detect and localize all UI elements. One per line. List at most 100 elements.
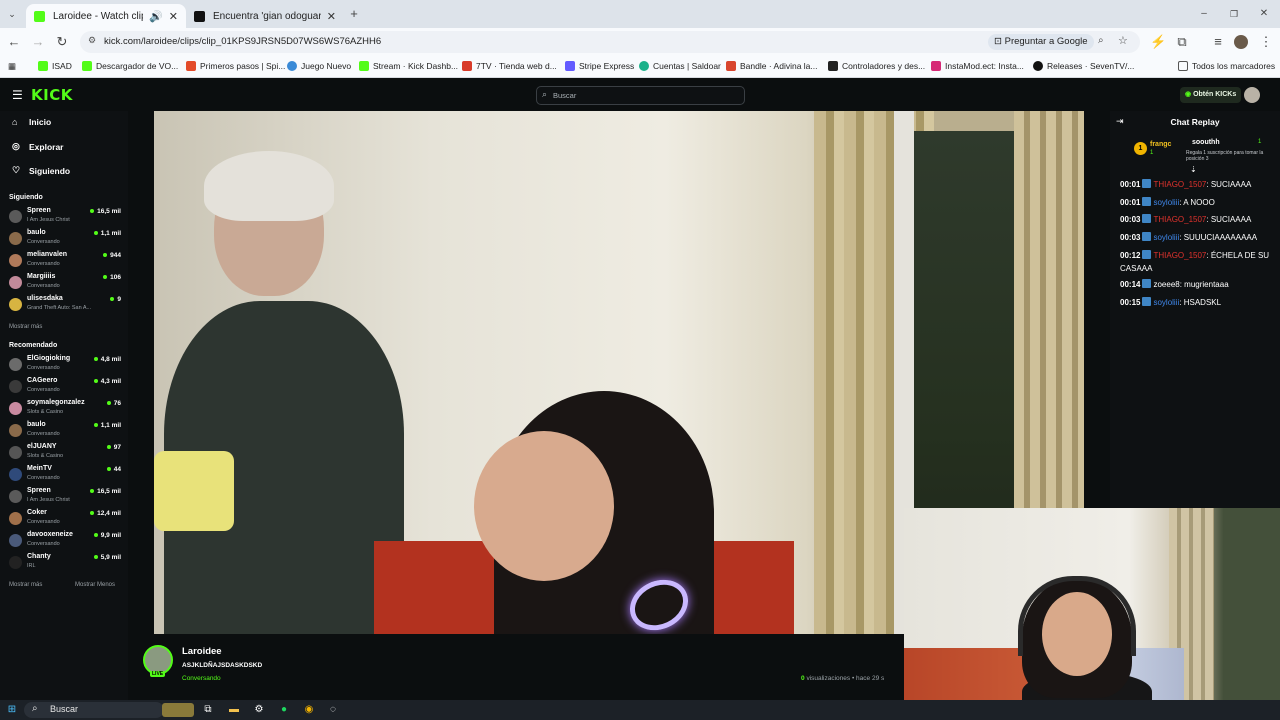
sidebar-channel[interactable]: Chanty IRL 5,9 mil bbox=[9, 553, 121, 573]
nav-inicio[interactable]: ⌂ Inicio bbox=[12, 117, 51, 127]
sidebar-channel[interactable]: Margiiiis Conversando 106 bbox=[9, 273, 121, 293]
channel-viewers: 106 bbox=[103, 274, 121, 281]
channel-category: Slots & Casino bbox=[27, 453, 64, 459]
bookmark-item[interactable]: 7TV · Tienda web d... bbox=[462, 61, 557, 71]
drivers-icon bbox=[828, 61, 838, 71]
tab-title: Laroidee - Watch clips on K bbox=[53, 10, 143, 22]
tab-inactive[interactable]: Encuentra 'gian odoguardi' en ✕ bbox=[186, 4, 344, 28]
bookmark-item[interactable]: Stream · Kick Dashb... bbox=[359, 61, 458, 71]
message-user[interactable]: soyloliii bbox=[1153, 198, 1179, 207]
message-user[interactable]: THIAGO_1507 bbox=[1153, 215, 1206, 224]
reload-icon[interactable]: ↻ bbox=[54, 34, 70, 50]
sidebar-channel[interactable]: melianvalen Conversando 944 bbox=[9, 251, 121, 271]
maximize-icon[interactable]: ❐ bbox=[1226, 6, 1242, 22]
hamburger-menu-icon[interactable]: ☰ bbox=[12, 88, 23, 102]
reading-list-icon[interactable]: ≡ bbox=[1210, 34, 1226, 50]
sidebar-channel[interactable]: ulisesdaka Grand Theft Auto: San A... 9 bbox=[9, 295, 121, 315]
app-icon[interactable]: ◌ bbox=[326, 703, 340, 717]
nav-explorar[interactable]: ◎ Explorar bbox=[12, 141, 64, 152]
weather-widget-icon[interactable] bbox=[162, 703, 194, 717]
bookmark-item[interactable]: Releases · SevenTV/... bbox=[1033, 61, 1134, 71]
sidebar-channel[interactable]: Spreen I Am Jesus Christ 16,5 mil bbox=[9, 207, 121, 227]
bookmark-item[interactable]: Primeros pasos | Spi... bbox=[186, 61, 285, 71]
minimize-icon[interactable]: – bbox=[1196, 6, 1212, 22]
show-less-recommended-button[interactable]: Mostrar Menos bbox=[75, 582, 115, 588]
sidebar-channel[interactable]: davooxeneize Conversando 9,9 mil bbox=[9, 531, 121, 551]
back-icon[interactable]: ← bbox=[6, 34, 22, 50]
bookmark-item[interactable]: Cuentas | Saldoar bbox=[639, 61, 721, 71]
window-close-icon[interactable]: ✕ bbox=[1256, 6, 1272, 22]
user-avatar[interactable] bbox=[1244, 87, 1260, 103]
pinned-text: Regala 1 suscripción para tomar la posic… bbox=[1186, 150, 1264, 162]
channel-category: I Am Jesus Christ bbox=[27, 497, 70, 503]
windows-start-icon[interactable]: ⊞ bbox=[5, 703, 19, 717]
channel-category: Conversando bbox=[27, 365, 60, 371]
bookmark-item[interactable]: ISAD bbox=[38, 61, 72, 71]
task-view-icon[interactable]: ⧉ bbox=[201, 703, 215, 717]
tab-active[interactable]: Laroidee - Watch clips on K 🔊 ✕ bbox=[26, 4, 186, 28]
search-input[interactable]: ⌕ Buscar bbox=[536, 86, 745, 105]
sidebar-channel[interactable]: Coker Conversando 12,4 mil bbox=[9, 509, 121, 529]
user-badge-icon bbox=[1142, 297, 1152, 306]
tab-close-icon[interactable]: ✕ bbox=[169, 10, 178, 23]
streamer-name[interactable]: Laroidee bbox=[182, 646, 222, 657]
bookmark-item[interactable]: Juego Nuevo bbox=[287, 61, 351, 71]
new-tab-icon[interactable]: + bbox=[346, 6, 362, 22]
bookmark-item[interactable]: Descargador de VO... bbox=[82, 61, 178, 71]
message-user[interactable]: THIAGO_1507 bbox=[1153, 251, 1206, 260]
sidebar-channel[interactable]: ElGiogioking Conversando 4,8 mil bbox=[9, 355, 121, 375]
sidebar-channel[interactable]: CAGeero Conversando 4,3 mil bbox=[9, 377, 121, 397]
sidebar-channel[interactable]: Spreen I Am Jesus Christ 16,5 mil bbox=[9, 487, 121, 507]
message-user[interactable]: soyloliii bbox=[1153, 233, 1179, 242]
file-explorer-icon[interactable]: ▬ bbox=[227, 703, 241, 717]
taskbar-search[interactable]: ⌕ Buscar bbox=[24, 702, 164, 718]
clip-category[interactable]: Conversando bbox=[182, 675, 221, 682]
nav-label: Inicio bbox=[29, 117, 52, 127]
apps-icon[interactable]: ▦ bbox=[8, 61, 16, 72]
message-user[interactable]: zoeee8 bbox=[1153, 280, 1179, 289]
show-more-following-button[interactable]: Mostrar más bbox=[9, 324, 42, 330]
show-more-recommended-button[interactable]: Mostrar más bbox=[9, 582, 42, 588]
forward-icon[interactable]: → bbox=[30, 34, 46, 50]
tab-audio-icon[interactable]: 🔊 bbox=[149, 10, 163, 23]
expand-pinned-icon[interactable]: ⇣ bbox=[1190, 165, 1197, 174]
sidebar-channel[interactable]: baulo Conversando 1,1 mil bbox=[9, 229, 121, 249]
message-time: 00:01 bbox=[1120, 198, 1141, 207]
bookmark-item[interactable]: Stripe Express bbox=[565, 61, 634, 71]
ask-google-button[interactable]: ⊡ Preguntar a Google bbox=[988, 34, 1094, 50]
kick-logo[interactable]: KICK bbox=[31, 86, 73, 104]
bookmark-item[interactable]: InstaMod.ect: Insta... bbox=[931, 61, 1024, 71]
tab-close-icon[interactable]: ✕ bbox=[327, 10, 336, 23]
message-user[interactable]: soyloliii bbox=[1153, 298, 1179, 307]
sidebar-channel[interactable]: elJUANY Slots & Casino 97 bbox=[9, 443, 121, 463]
sidebar-channel[interactable]: MeinTV Conversando 44 bbox=[9, 465, 121, 485]
settings-icon[interactable]: ⚙ bbox=[252, 703, 266, 717]
pinned-gift-banner[interactable]: 1 frangc 1 soouthh 1 Regala 1 suscripció… bbox=[1126, 137, 1276, 165]
bookmark-item[interactable]: Bandle · Adivina la... bbox=[726, 61, 818, 71]
menu-icon[interactable]: ⋮ bbox=[1258, 34, 1274, 50]
taskbar-search-label: Buscar bbox=[50, 704, 79, 714]
profile-avatar[interactable] bbox=[1234, 35, 1248, 49]
zoom-icon[interactable]: ⌕ bbox=[1098, 35, 1104, 46]
browser-tab-strip: ⌄ Laroidee - Watch clips on K 🔊 ✕ Encuen… bbox=[0, 0, 1280, 28]
message-time: 00:14 bbox=[1120, 280, 1141, 289]
all-bookmarks-button[interactable]: Todos los marcadores bbox=[1178, 61, 1275, 71]
nav-siguiendo[interactable]: ♡ Siguiendo bbox=[12, 165, 70, 176]
channel-avatar bbox=[9, 446, 22, 459]
channel-name: Coker bbox=[27, 509, 47, 516]
spotify-icon[interactable]: ● bbox=[277, 703, 291, 717]
chrome-icon[interactable]: ◉ bbox=[302, 703, 316, 717]
site-info-icon[interactable]: ⚙ bbox=[88, 35, 96, 46]
tab-list-icon[interactable]: ⌄ bbox=[4, 6, 20, 22]
url-field[interactable]: ⚙ kick.com/laroidee/clips/clip_01KPS9JRS… bbox=[80, 31, 1140, 53]
get-kicks-button[interactable]: ◉ Obtén KICKs bbox=[1180, 87, 1242, 103]
bookmark-star-icon[interactable]: ☆ bbox=[1118, 34, 1128, 47]
sidebar-channel[interactable]: baulo Conversando 1,1 mil bbox=[9, 421, 121, 441]
globe-icon bbox=[287, 61, 297, 71]
seventv-extension-icon[interactable]: ⚡ bbox=[1150, 34, 1166, 50]
sidebar-channel[interactable]: soymalegonzalez Slots & Casino 76 bbox=[9, 399, 121, 419]
pinned-count-2: 1 bbox=[1258, 139, 1262, 145]
extensions-icon[interactable]: ⧉ bbox=[1174, 34, 1190, 50]
bookmark-item[interactable]: Controladores y des... bbox=[828, 61, 925, 71]
message-user[interactable]: THIAGO_1507 bbox=[1153, 180, 1206, 189]
